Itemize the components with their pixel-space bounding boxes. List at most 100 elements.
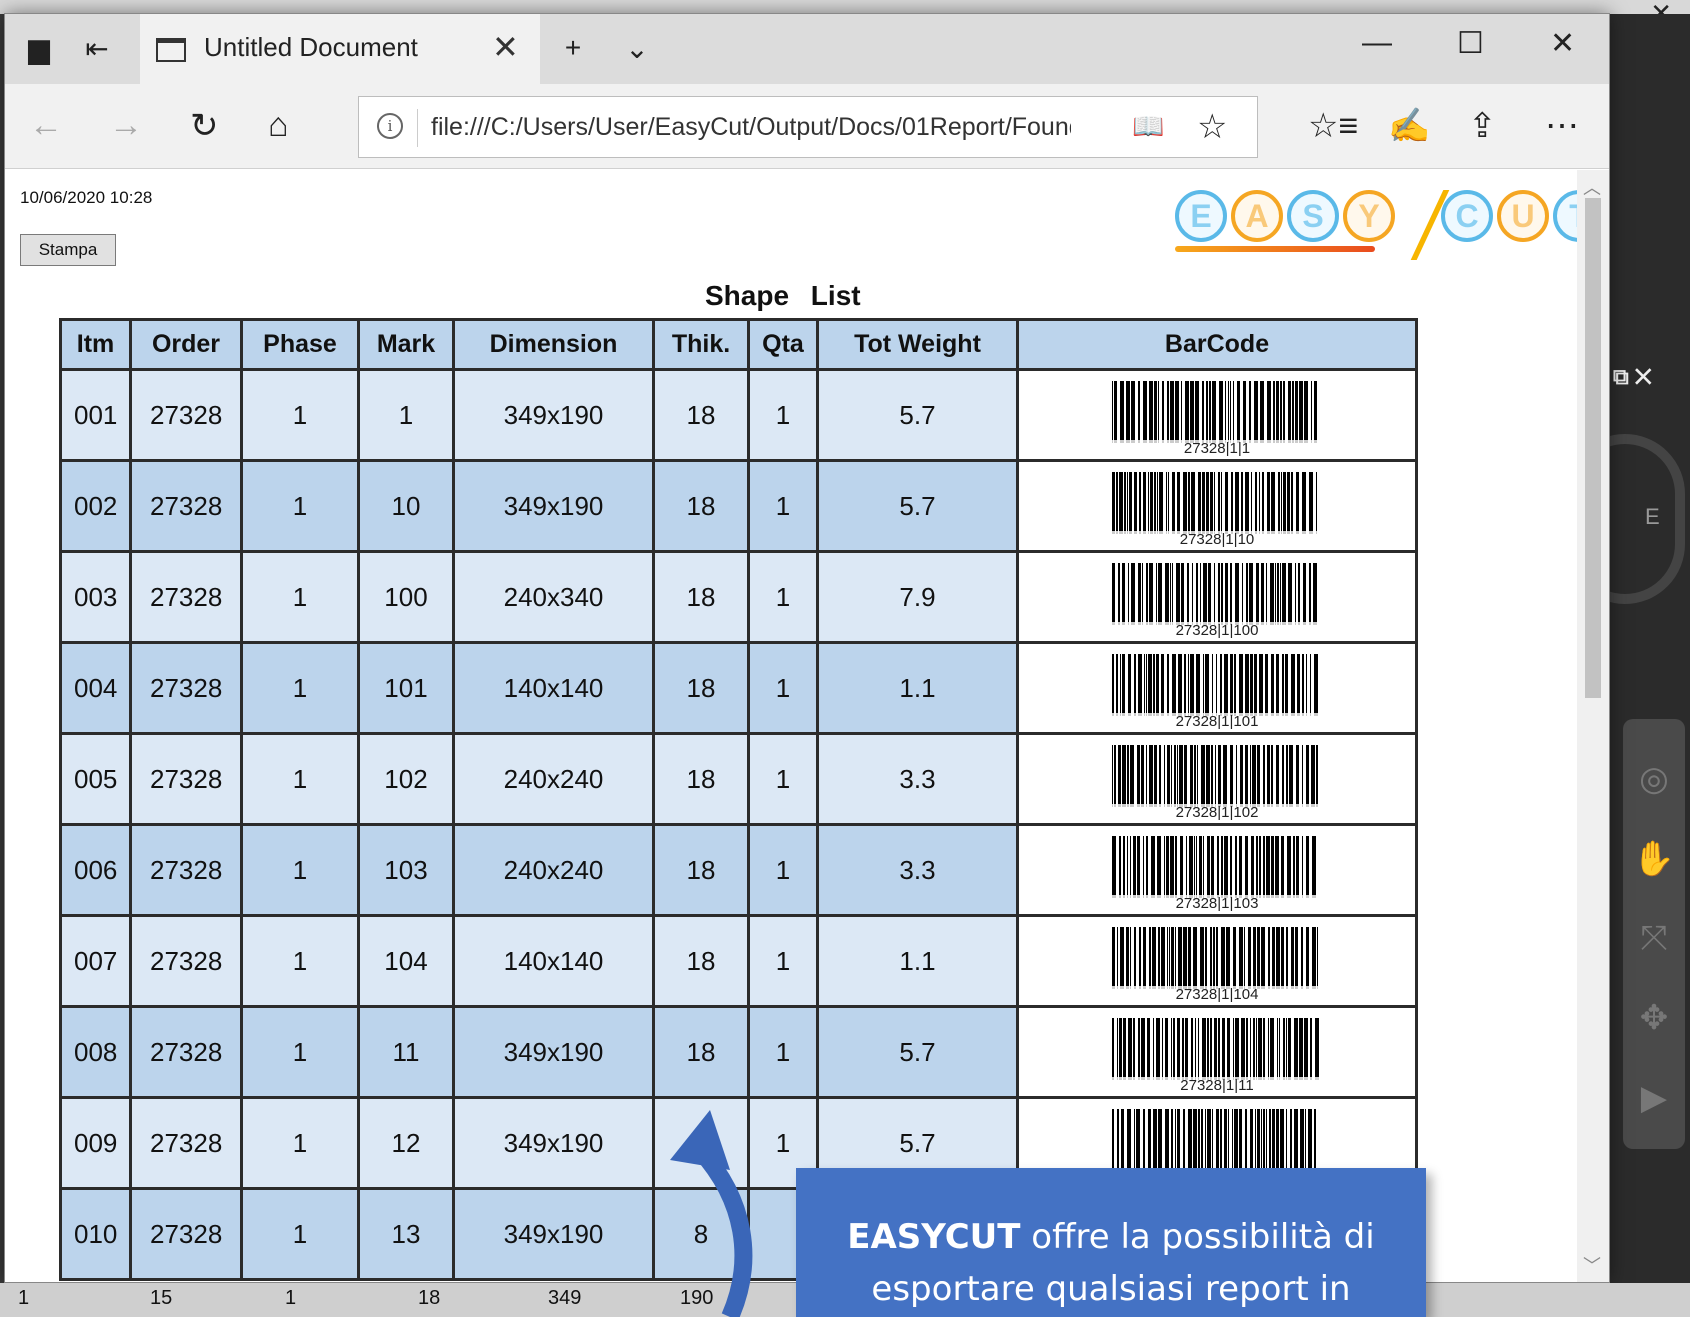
cell-thik: 18 bbox=[652, 641, 750, 735]
barcode-image bbox=[1112, 1108, 1322, 1171]
cell-phase: 1 bbox=[240, 914, 360, 1008]
barcode-text: 27328|1|1 bbox=[1112, 439, 1322, 457]
cell-order: 27328 bbox=[129, 914, 243, 1008]
navigation-bar: ← → ↻ ⌂ i file:///C:/Users/User/EasyCut/… bbox=[5, 84, 1609, 169]
cell-mark: 10 bbox=[357, 459, 455, 553]
tab-close-icon[interactable]: ✕ bbox=[492, 28, 519, 66]
cell-order: 27328 bbox=[129, 641, 243, 735]
column-header: Phase bbox=[240, 318, 360, 371]
hand-icon[interactable]: ✋ bbox=[1623, 839, 1685, 879]
barcode-text: 27328|1|104 bbox=[1112, 985, 1322, 1003]
home-icon[interactable]: ⌂ bbox=[268, 106, 289, 145]
share-icon[interactable]: ⇪ bbox=[1468, 106, 1497, 146]
barcode-text: 27328|1|100 bbox=[1112, 621, 1322, 639]
cell-phase: 1 bbox=[240, 823, 360, 917]
favorite-star-icon[interactable]: ☆ bbox=[1197, 107, 1227, 147]
cell-mark: 102 bbox=[357, 732, 455, 826]
cell-dim: 140x140 bbox=[452, 641, 655, 735]
back-icon[interactable]: ← bbox=[29, 106, 63, 145]
vertical-scrollbar[interactable]: ︿ ﹀ bbox=[1577, 170, 1609, 1282]
cell-dim: 349x190 bbox=[452, 459, 655, 553]
cell-qta: 1 bbox=[747, 914, 819, 1008]
cell-order: 27328 bbox=[129, 823, 243, 917]
maximize-icon[interactable]: ☐ bbox=[1457, 26, 1484, 61]
barcode-image: 27328|1|11 bbox=[1112, 1017, 1322, 1094]
cell-thik: 18 bbox=[652, 1005, 750, 1099]
cell-thik: 18 bbox=[652, 550, 750, 644]
cell-order: 27328 bbox=[129, 550, 243, 644]
cell-barcode: 27328|1|1 bbox=[1016, 368, 1418, 462]
cell-phase: 1 bbox=[240, 1187, 360, 1281]
pen-icon[interactable]: ✍ bbox=[1388, 106, 1430, 146]
background-app-panel: ⧉ ✕ E ◎ ✋ ⤧ ✥ ▶ bbox=[1565, 14, 1690, 1317]
close-icon[interactable]: ✕ bbox=[1550, 26, 1575, 61]
background-tool-strip: ◎ ✋ ⤧ ✥ ▶ bbox=[1623, 719, 1685, 1149]
cell-itm: 005 bbox=[59, 732, 132, 826]
barcode-image: 27328|1|104 bbox=[1112, 926, 1322, 1003]
info-icon[interactable]: i bbox=[377, 113, 403, 139]
chevron-down-icon[interactable]: ⌄ bbox=[617, 28, 657, 68]
status-value: 15 bbox=[150, 1287, 173, 1309]
zoom-icon[interactable]: ⤧ bbox=[1623, 919, 1685, 958]
cell-itm: 010 bbox=[59, 1187, 132, 1281]
column-header: Mark bbox=[357, 318, 455, 371]
table-row: 003 27328 1 100 240x340 18 1 7.9 27328|1|100 bbox=[59, 550, 1418, 644]
logo-letter: S bbox=[1287, 190, 1339, 242]
refresh-icon[interactable]: ↻ bbox=[190, 106, 219, 146]
background-dial-label: E bbox=[1645, 504, 1660, 529]
cell-weight: 7.9 bbox=[816, 550, 1019, 644]
barcode-text: 27328|1|10 bbox=[1112, 530, 1322, 548]
reading-view-icon[interactable]: 📖 bbox=[1132, 111, 1164, 142]
table-header-row: Itm Order Phase Mark Dimension Thik. Qta Tot We… bbox=[59, 318, 1418, 371]
panel-controls-icon[interactable]: ⧉ ✕ bbox=[1613, 364, 1652, 390]
cell-weight: 5.7 bbox=[816, 1005, 1019, 1099]
print-button[interactable]: Stampa bbox=[20, 234, 116, 266]
cell-order: 27328 bbox=[129, 368, 243, 462]
address-bar[interactable]: i file:///C:/Users/User/EasyCut/Output/D… bbox=[358, 96, 1258, 158]
table-row: 004 27328 1 101 140x140 18 1 1.1 27328|1|101 bbox=[59, 641, 1418, 735]
cell-weight: 1.1 bbox=[816, 914, 1019, 1008]
new-tab-icon[interactable]: + bbox=[553, 28, 593, 68]
column-header: Dimension bbox=[452, 318, 655, 371]
cell-dim: 349x190 bbox=[452, 368, 655, 462]
column-header: Qta bbox=[747, 318, 819, 371]
cell-qta: 1 bbox=[747, 732, 819, 826]
favorites-hub-icon[interactable]: ☆≡ bbox=[1308, 106, 1358, 146]
tab-title: Untitled Document bbox=[204, 32, 418, 62]
cell-thik: 18 bbox=[652, 914, 750, 1008]
status-value: 349 bbox=[548, 1287, 582, 1309]
cell-mark: 100 bbox=[357, 550, 455, 644]
barcode-image: 27328|1|1 bbox=[1112, 380, 1322, 457]
cell-itm: 001 bbox=[59, 368, 132, 462]
cell-thik: 18 bbox=[652, 459, 750, 553]
forward-icon[interactable]: → bbox=[109, 106, 143, 145]
cell-thik: 18 bbox=[652, 732, 750, 826]
tab-manager-icon[interactable]: ▆ bbox=[19, 28, 59, 68]
cell-itm: 004 bbox=[59, 641, 132, 735]
scroll-down-icon[interactable]: ﹀ bbox=[1583, 1252, 1601, 1278]
cell-qta: 1 bbox=[747, 459, 819, 553]
scroll-up-icon[interactable]: ︿ bbox=[1583, 174, 1601, 200]
barcode-text: 27328|1|101 bbox=[1112, 712, 1322, 730]
move-icon[interactable]: ✥ bbox=[1623, 998, 1685, 1038]
logo-letter: E bbox=[1175, 190, 1227, 242]
more-icon[interactable]: ⋯ bbox=[1545, 106, 1579, 146]
report-datetime: 10/06/2020 10:28 bbox=[20, 188, 153, 207]
browser-window: ▆ ⇤ Untitled Document ✕ + ⌄ — ☐ ✕ ← → ↻ … bbox=[5, 14, 1609, 1282]
url-text[interactable]: file:///C:/Users/User/EasyCut/Output/Doc… bbox=[431, 113, 1071, 142]
barcode-image: 27328|1|100 bbox=[1112, 562, 1322, 639]
tab-untitled-document[interactable]: Untitled Document ✕ bbox=[140, 14, 540, 84]
barcode-image: 27328|1|103 bbox=[1112, 835, 1322, 912]
target-icon[interactable]: ◎ bbox=[1623, 759, 1685, 799]
scroll-thumb[interactable] bbox=[1585, 198, 1601, 698]
cell-phase: 1 bbox=[240, 641, 360, 735]
cell-dim: 349x190 bbox=[452, 1096, 655, 1190]
play-icon[interactable]: ▶ bbox=[1623, 1078, 1685, 1118]
cell-thik: 18 bbox=[652, 368, 750, 462]
cell-phase: 1 bbox=[240, 732, 360, 826]
table-row: 005 27328 1 102 240x240 18 1 3.3 27328|1|102 bbox=[59, 732, 1418, 826]
minimize-icon[interactable]: — bbox=[1362, 26, 1392, 60]
cell-phase: 1 bbox=[240, 550, 360, 644]
set-aside-tabs-icon[interactable]: ⇤ bbox=[77, 28, 117, 68]
cell-mark: 12 bbox=[357, 1096, 455, 1190]
